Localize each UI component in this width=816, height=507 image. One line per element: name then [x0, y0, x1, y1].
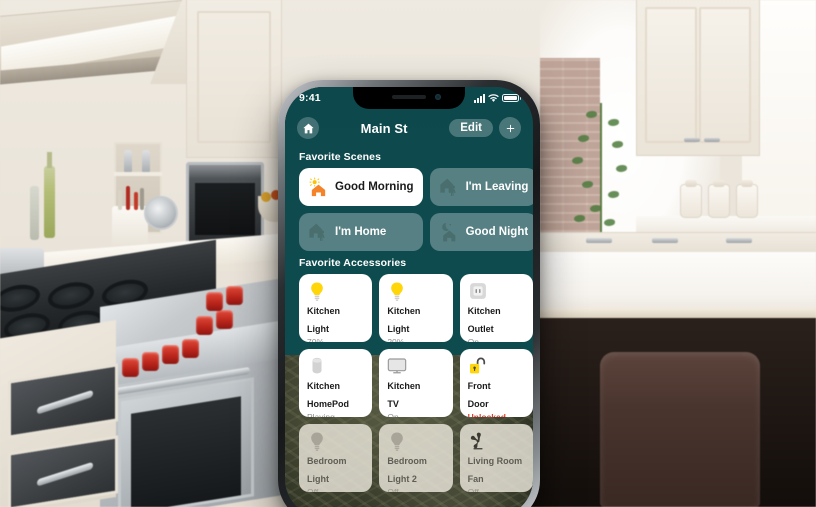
fan-icon: [468, 431, 488, 451]
accessory-text: Bedroom Light Off: [307, 451, 365, 492]
sun-house-icon: [308, 177, 328, 197]
accessory-tile-kitchen-light-2[interactable]: Kitchen Light 20%: [379, 274, 453, 342]
accessory-tile-kitchen-tv[interactable]: Kitchen TV On: [379, 349, 453, 417]
cookware: [144, 196, 178, 230]
status-time: 9:41: [299, 92, 321, 104]
accessory-text: Kitchen HomePod Playing: [307, 376, 365, 417]
accessory-state: 70%: [307, 336, 325, 342]
accessory-name: Kitchen TV: [387, 381, 421, 409]
lightbulb-icon: [387, 281, 407, 301]
add-button[interactable]: [499, 117, 521, 139]
accessory-text: Living Room Fan Off: [468, 451, 526, 492]
moon-house-icon: [439, 222, 459, 242]
accessory-tile-kitchen-homepod[interactable]: Kitchen HomePod Playing: [299, 349, 373, 417]
house-person-icon: [439, 177, 459, 197]
tall-cabinet: [186, 0, 282, 158]
accessory-text: Front Door Unlocked: [468, 376, 526, 417]
upper-cabinets-right: [636, 0, 760, 156]
house-person-icon: [308, 222, 328, 242]
accessory-tile-bedroom-light[interactable]: Bedroom Light Off: [299, 424, 373, 492]
accessory-state: Off: [387, 486, 399, 492]
accessory-state: Unlocked: [467, 411, 506, 417]
lightbulb-icon: [387, 431, 407, 451]
accessory-text: Kitchen TV On: [387, 376, 445, 417]
wall-oven: [186, 162, 264, 244]
scene-tile-good-night[interactable]: Good Night: [429, 213, 533, 251]
accessory-name: Kitchen HomePod: [307, 381, 350, 409]
accessory-name: Living Room Fan: [467, 456, 523, 484]
accessory-tile-kitchen-outlet[interactable]: Kitchen Outlet On: [459, 274, 533, 342]
accessory-text: Kitchen Outlet On: [468, 301, 526, 342]
scene-tile-im-leaving[interactable]: I'm Leaving: [429, 168, 533, 206]
scene-label: I'm Home: [335, 226, 387, 238]
front-camera-icon: [435, 94, 441, 100]
outlet-icon: [468, 281, 488, 301]
accessory-state: Off: [307, 486, 319, 492]
accessory-tile-kitchen-light-1[interactable]: Kitchen Light 70%: [299, 274, 373, 342]
accessory-state: On: [467, 336, 479, 342]
accessory-state: Playing: [307, 411, 335, 417]
accessory-text: Kitchen Light 70%: [307, 301, 365, 342]
accessory-tile-bedroom-light-2[interactable]: Bedroom Light 2 Off: [379, 424, 453, 492]
navigation-bar: Main St Edit: [285, 113, 533, 143]
scene-label: I'm Leaving: [465, 181, 529, 193]
accessory-name: Bedroom Light 2: [387, 456, 427, 484]
favorite-scenes-title: Favorite Scenes: [299, 151, 382, 163]
lightbulb-icon: [307, 431, 327, 451]
accessory-name: Kitchen Light: [387, 306, 421, 334]
phone-screen: 9:41 Main St Edit Favorite Scenes Good M…: [285, 87, 533, 507]
scene-label: Good Morning: [335, 181, 414, 193]
oven-door: [118, 377, 254, 507]
right-drawers: [540, 232, 816, 254]
oil-bottle: [44, 152, 55, 238]
accessory-state: 20%: [387, 336, 405, 342]
lightbulb-icon: [307, 281, 327, 301]
home-icon: [302, 123, 314, 133]
iphone-device: 9:41 Main St Edit Favorite Scenes Good M…: [278, 80, 540, 507]
notch: [353, 87, 465, 109]
canister: [680, 180, 702, 218]
accessory-state: On: [387, 411, 399, 417]
signal-bars-icon: [474, 93, 485, 103]
accessory-state: Off: [467, 486, 479, 492]
canister: [708, 180, 730, 218]
favorite-accessories-title: Favorite Accessories: [299, 257, 407, 269]
accessory-tile-living-room-fan[interactable]: Living Room Fan Off: [459, 424, 533, 492]
accessory-name: Kitchen Outlet: [467, 306, 501, 334]
accessory-tile-front-door[interactable]: Front Door Unlocked: [459, 349, 533, 417]
earpiece-speaker: [392, 95, 426, 99]
tv-icon: [387, 356, 407, 376]
canister: [736, 180, 758, 218]
scene-tile-im-home[interactable]: I'm Home: [299, 213, 423, 251]
battery-icon: [502, 93, 521, 103]
favorite-accessories-grid: Kitchen Light 70% Kitchen Light 20% Kitc…: [285, 274, 533, 492]
utensil-crock: [112, 186, 148, 248]
scene-label: Good Night: [465, 226, 529, 238]
home-content: Favorite Scenes Good Morning I'm Leaving…: [285, 145, 533, 507]
wifi-icon: [488, 93, 499, 102]
accessory-name: Kitchen Light: [307, 306, 341, 334]
accessory-name: Front Door: [467, 381, 491, 409]
scene-tile-good-morning[interactable]: Good Morning: [299, 168, 423, 206]
nav-actions: Edit: [449, 117, 521, 139]
bottle: [30, 186, 39, 240]
window-plant: [560, 95, 646, 235]
unlocked-padlock-icon: [468, 356, 488, 376]
favorite-scenes-grid: Good Morning I'm Leaving I'm Home Good N…: [285, 168, 533, 251]
status-indicators: [474, 93, 521, 103]
accessory-text: Bedroom Light 2 Off: [387, 451, 445, 492]
bar-stool: [600, 352, 760, 507]
accessory-text: Kitchen Light 20%: [387, 301, 445, 342]
home-button[interactable]: [297, 117, 319, 139]
homepod-icon: [307, 356, 327, 376]
plus-icon: [506, 124, 514, 132]
page-title: Main St: [360, 120, 408, 136]
accessory-name: Bedroom Light: [307, 456, 347, 484]
edit-button[interactable]: Edit: [449, 119, 493, 137]
